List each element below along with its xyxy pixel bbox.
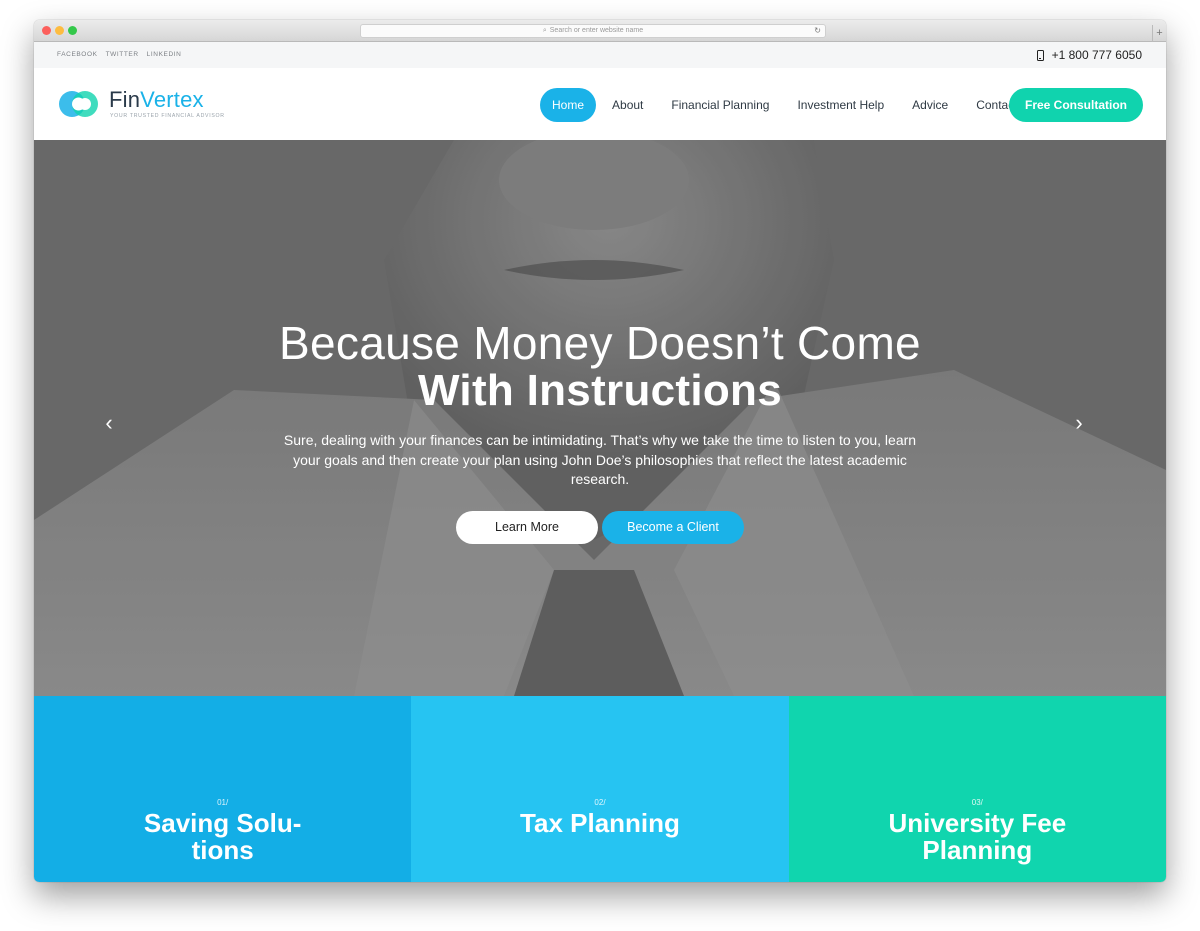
service-card-tax-planning[interactable]: 02/ Tax Planning — [411, 696, 789, 882]
address-placeholder: Search or enter website name — [549, 27, 644, 34]
logo-tagline: YOUR TRUSTED FINANCIAL ADVISOR — [110, 113, 225, 119]
main-navigation: Home About Financial Planning Investment… — [540, 88, 1038, 122]
browser-toolbar: ⌕ Search or enter website name ↻ + — [34, 20, 1166, 42]
logo-mark-icon — [59, 91, 98, 117]
become-client-button[interactable]: Become a Client — [602, 511, 744, 544]
service-title: University Fee Planning — [888, 808, 1067, 865]
search-icon: ⌕ — [542, 27, 547, 34]
linkedin-link[interactable]: LINKEDIN — [147, 42, 182, 68]
top-bar: FACEBOOK TWITTER LINKEDIN +1 800 777 605… — [34, 42, 1166, 68]
nav-advice[interactable]: Advice — [898, 88, 962, 122]
facebook-link[interactable]: FACEBOOK — [57, 42, 98, 68]
nav-investment-help[interactable]: Investment Help — [783, 88, 898, 122]
nav-about[interactable]: About — [598, 88, 657, 122]
service-number: 01/ — [217, 798, 229, 807]
nav-home[interactable]: Home — [540, 88, 597, 122]
hero-title-line2: With Instructions — [417, 366, 783, 415]
service-number: 03/ — [971, 798, 983, 807]
hero-subtitle: Sure, dealing with your finances can be … — [283, 432, 917, 487]
browser-window: ⌕ Search or enter website name ↻ + FACEBO… — [34, 20, 1166, 882]
hero-background-image — [34, 140, 1166, 696]
service-card-saving-solutions[interactable]: 01/ Saving Solu- tions — [34, 696, 412, 882]
hero-title: Because Money Doesn’t Come With Instruct… — [34, 318, 1166, 414]
phone-contact: +1 800 777 6050 — [1036, 42, 1142, 68]
phone-icon — [1036, 49, 1044, 61]
new-tab-button[interactable]: + — [1152, 25, 1166, 42]
address-bar[interactable]: ⌕ Search or enter website name ↻ — [360, 24, 826, 38]
logo-name: FinVertex — [109, 87, 204, 112]
site-header: FinVertex YOUR TRUSTED FINANCIAL ADVISOR… — [34, 68, 1166, 140]
service-card-university-fee-planning[interactable]: 03/ University Fee Planning — [788, 696, 1166, 882]
hero-slider: ‹ › Because Money Doesn’t Come With Inst… — [34, 140, 1166, 696]
service-number: 02/ — [594, 798, 606, 807]
nav-financial-planning[interactable]: Financial Planning — [657, 88, 783, 122]
reload-icon[interactable]: ↻ — [814, 25, 821, 37]
phone-number[interactable]: +1 800 777 6050 — [1052, 48, 1142, 62]
social-links: FACEBOOK TWITTER LINKEDIN — [57, 42, 181, 68]
hero-title-line1: Because Money Doesn’t Come — [279, 317, 921, 369]
service-title: Saving Solu- tions — [143, 808, 302, 865]
twitter-link[interactable]: TWITTER — [106, 42, 139, 68]
site-logo[interactable]: FinVertex YOUR TRUSTED FINANCIAL ADVISOR — [57, 86, 257, 122]
learn-more-button[interactable]: Learn More — [456, 511, 598, 544]
free-consultation-button[interactable]: Free Consultation — [1009, 88, 1143, 122]
service-title: Tax Planning — [520, 808, 680, 838]
maximize-window-button[interactable] — [68, 26, 77, 35]
services-strip: 01/ Saving Solu- tions 02/ Tax Planning … — [34, 696, 1166, 882]
minimize-window-button[interactable] — [55, 26, 64, 35]
close-window-button[interactable] — [42, 26, 51, 35]
